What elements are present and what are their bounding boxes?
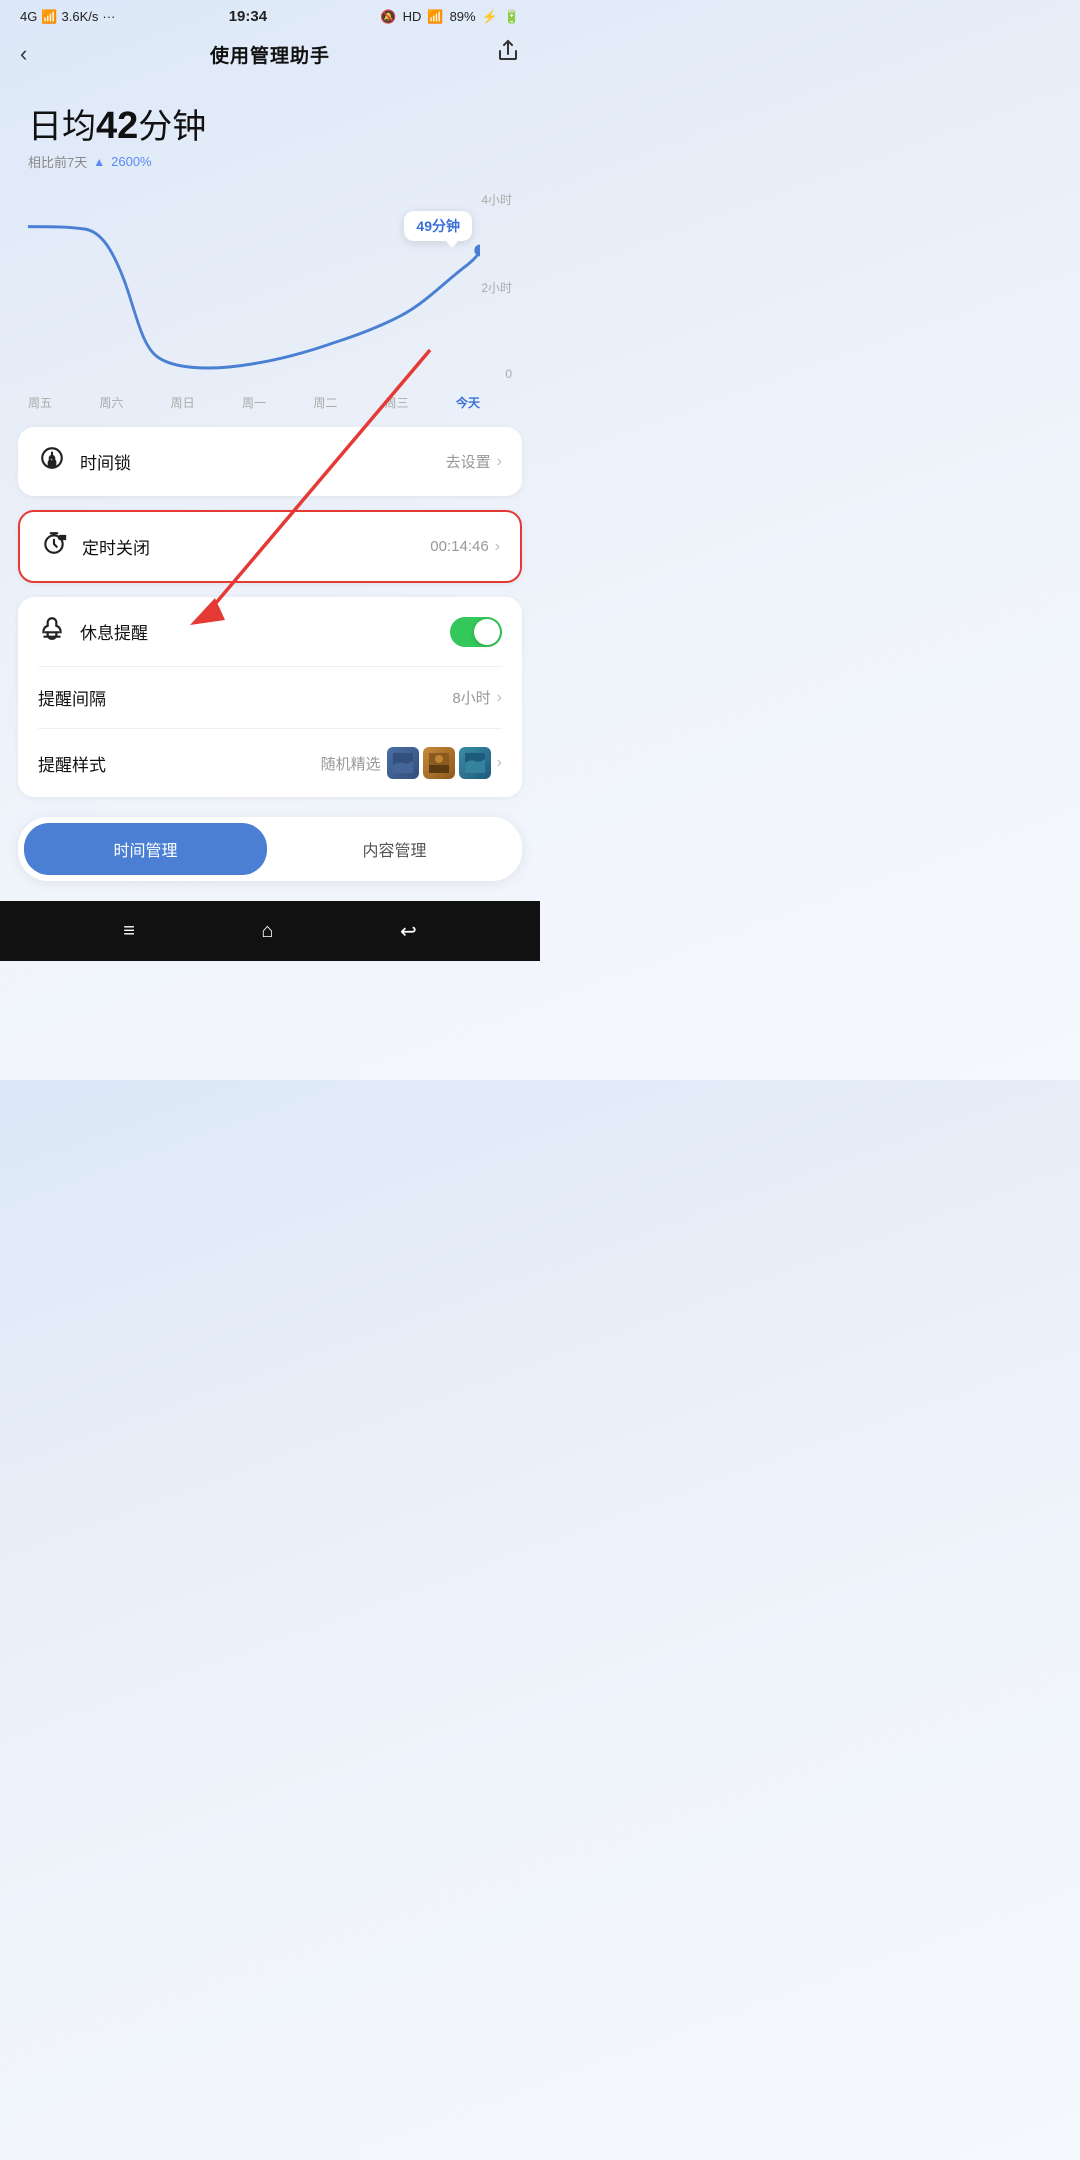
time-lock-right: 去设置 › bbox=[446, 451, 502, 472]
battery-icon: 🔋 bbox=[504, 9, 520, 25]
hd-label: HD bbox=[403, 9, 422, 24]
timed-close-icon: ON bbox=[40, 530, 68, 563]
style-thumbnails bbox=[387, 747, 491, 779]
status-left: 4G 📶 3.6K/s ··· bbox=[20, 9, 115, 25]
style-thumb-2 bbox=[423, 747, 455, 779]
daily-unit: 分钟 bbox=[138, 108, 206, 146]
status-right: 🔕 HD 📶 89% ⚡ 🔋 bbox=[380, 9, 520, 25]
time-lock-chevron: › bbox=[497, 453, 502, 471]
share-button[interactable] bbox=[480, 39, 520, 69]
rest-reminder-main-row[interactable]: 休息提醒 bbox=[18, 597, 522, 666]
system-nav-bar: ≡ ⌂ ↩ bbox=[0, 901, 540, 961]
network-speed: 3.6K/s bbox=[62, 9, 99, 24]
timed-close-right: 00:14:46 › bbox=[430, 538, 500, 556]
stats-compare: 相比前7天 ▲ 2600% bbox=[28, 152, 512, 171]
trend-arrow-up: ▲ bbox=[93, 155, 105, 169]
x-label-wed: 周三 bbox=[385, 394, 409, 411]
y-label-bot: 0 bbox=[481, 367, 512, 381]
timed-close-card[interactable]: ON 定时关闭 00:14:46 › bbox=[18, 510, 522, 583]
sys-nav-home[interactable]: ⌂ bbox=[261, 920, 273, 943]
signal-bars: 📶 bbox=[41, 9, 57, 25]
style-prefix: 随机精选 bbox=[321, 753, 381, 774]
x-label-fri: 周五 bbox=[28, 394, 52, 411]
reminder-interval-row[interactable]: 提醒间隔 8小时 › bbox=[18, 667, 522, 728]
chart-x-labels: 周五 周六 周日 周一 周二 周三 今天 bbox=[28, 394, 480, 411]
daily-prefix: 日均 bbox=[28, 108, 96, 146]
charging-icon: ⚡ bbox=[482, 9, 498, 25]
style-chevron: › bbox=[497, 754, 502, 772]
x-label-mon: 周一 bbox=[242, 394, 266, 411]
chart-area: 4小时 2小时 0 49分钟 周五 周六 周日 周一 周二 周三 今天 bbox=[0, 191, 540, 411]
style-right: 随机精选 › bbox=[321, 747, 502, 779]
y-label-mid: 2小时 bbox=[481, 279, 512, 296]
time-lock-card: 时间锁 去设置 › bbox=[18, 427, 522, 496]
interval-label: 提醒间隔 bbox=[38, 685, 106, 710]
top-nav: ‹ 使用管理助手 bbox=[0, 31, 540, 79]
daily-value: 42 bbox=[96, 105, 138, 147]
sys-nav-back[interactable]: ↩ bbox=[400, 919, 417, 944]
timed-close-chevron: › bbox=[495, 538, 500, 556]
x-label-sat: 周六 bbox=[99, 394, 123, 411]
back-button[interactable]: ‹ bbox=[20, 41, 60, 67]
page-title: 使用管理助手 bbox=[210, 41, 330, 68]
x-label-sun: 周日 bbox=[171, 394, 195, 411]
interval-right: 8小时 › bbox=[452, 687, 502, 708]
alarm-icon: 🔕 bbox=[380, 9, 396, 25]
stats-section: 日均42分钟 相比前7天 ▲ 2600% bbox=[0, 79, 540, 181]
style-thumb-1 bbox=[387, 747, 419, 779]
timed-close-left: ON 定时关闭 bbox=[40, 530, 150, 563]
compare-label: 相比前7天 bbox=[28, 152, 87, 171]
trend-percent: 2600% bbox=[111, 154, 151, 169]
x-label-today: 今天 bbox=[456, 394, 480, 411]
interval-value: 8小时 bbox=[452, 687, 490, 708]
toggle-knob bbox=[474, 619, 500, 645]
time-lock-left: 时间锁 bbox=[38, 445, 131, 478]
sys-nav-menu[interactable]: ≡ bbox=[123, 920, 135, 943]
x-label-tue: 周二 bbox=[313, 394, 337, 411]
wifi-icon: 📶 bbox=[427, 9, 443, 25]
time-lock-row[interactable]: 时间锁 去设置 › bbox=[18, 427, 522, 496]
rest-reminder-left: 休息提醒 bbox=[38, 615, 148, 648]
style-thumb-3 bbox=[459, 747, 491, 779]
bottom-tab-bar: 时间管理 内容管理 bbox=[18, 817, 522, 881]
status-time: 19:34 bbox=[229, 8, 267, 25]
cards-section: 时间锁 去设置 › ON bbox=[0, 411, 540, 807]
y-label-top: 4小时 bbox=[481, 191, 512, 208]
tab-content-management[interactable]: 内容管理 bbox=[273, 823, 516, 875]
interval-chevron: › bbox=[497, 689, 502, 707]
time-lock-label: 时间锁 bbox=[80, 449, 131, 474]
status-dots: ··· bbox=[102, 9, 115, 24]
svg-text:ON: ON bbox=[59, 535, 66, 540]
chart-tooltip: 49分钟 bbox=[404, 211, 472, 241]
style-label: 提醒样式 bbox=[38, 751, 106, 776]
status-bar: 4G 📶 3.6K/s ··· 19:34 🔕 HD 📶 89% ⚡ 🔋 bbox=[0, 0, 540, 31]
time-lock-action: 去设置 bbox=[446, 451, 491, 472]
timed-close-row[interactable]: ON 定时关闭 00:14:46 › bbox=[20, 512, 520, 581]
tab-time-management[interactable]: 时间管理 bbox=[24, 823, 267, 875]
daily-avg-display: 日均42分钟 bbox=[28, 99, 512, 148]
battery-label: 89% bbox=[450, 9, 476, 24]
timed-close-value: 00:14:46 bbox=[430, 538, 488, 555]
chart-y-labels: 4小时 2小时 0 bbox=[481, 191, 512, 381]
rest-reminder-card: 休息提醒 提醒间隔 8小时 › 提醒样式 随机精选 bbox=[18, 597, 522, 797]
rest-reminder-label: 休息提醒 bbox=[80, 619, 148, 644]
reminder-style-row[interactable]: 提醒样式 随机精选 › bbox=[18, 729, 522, 797]
timed-close-label: 定时关闭 bbox=[82, 534, 150, 559]
rest-reminder-icon bbox=[38, 615, 66, 648]
carrier-label: 4G bbox=[20, 9, 37, 24]
time-lock-icon bbox=[38, 445, 66, 478]
rest-reminder-toggle[interactable] bbox=[450, 617, 502, 647]
